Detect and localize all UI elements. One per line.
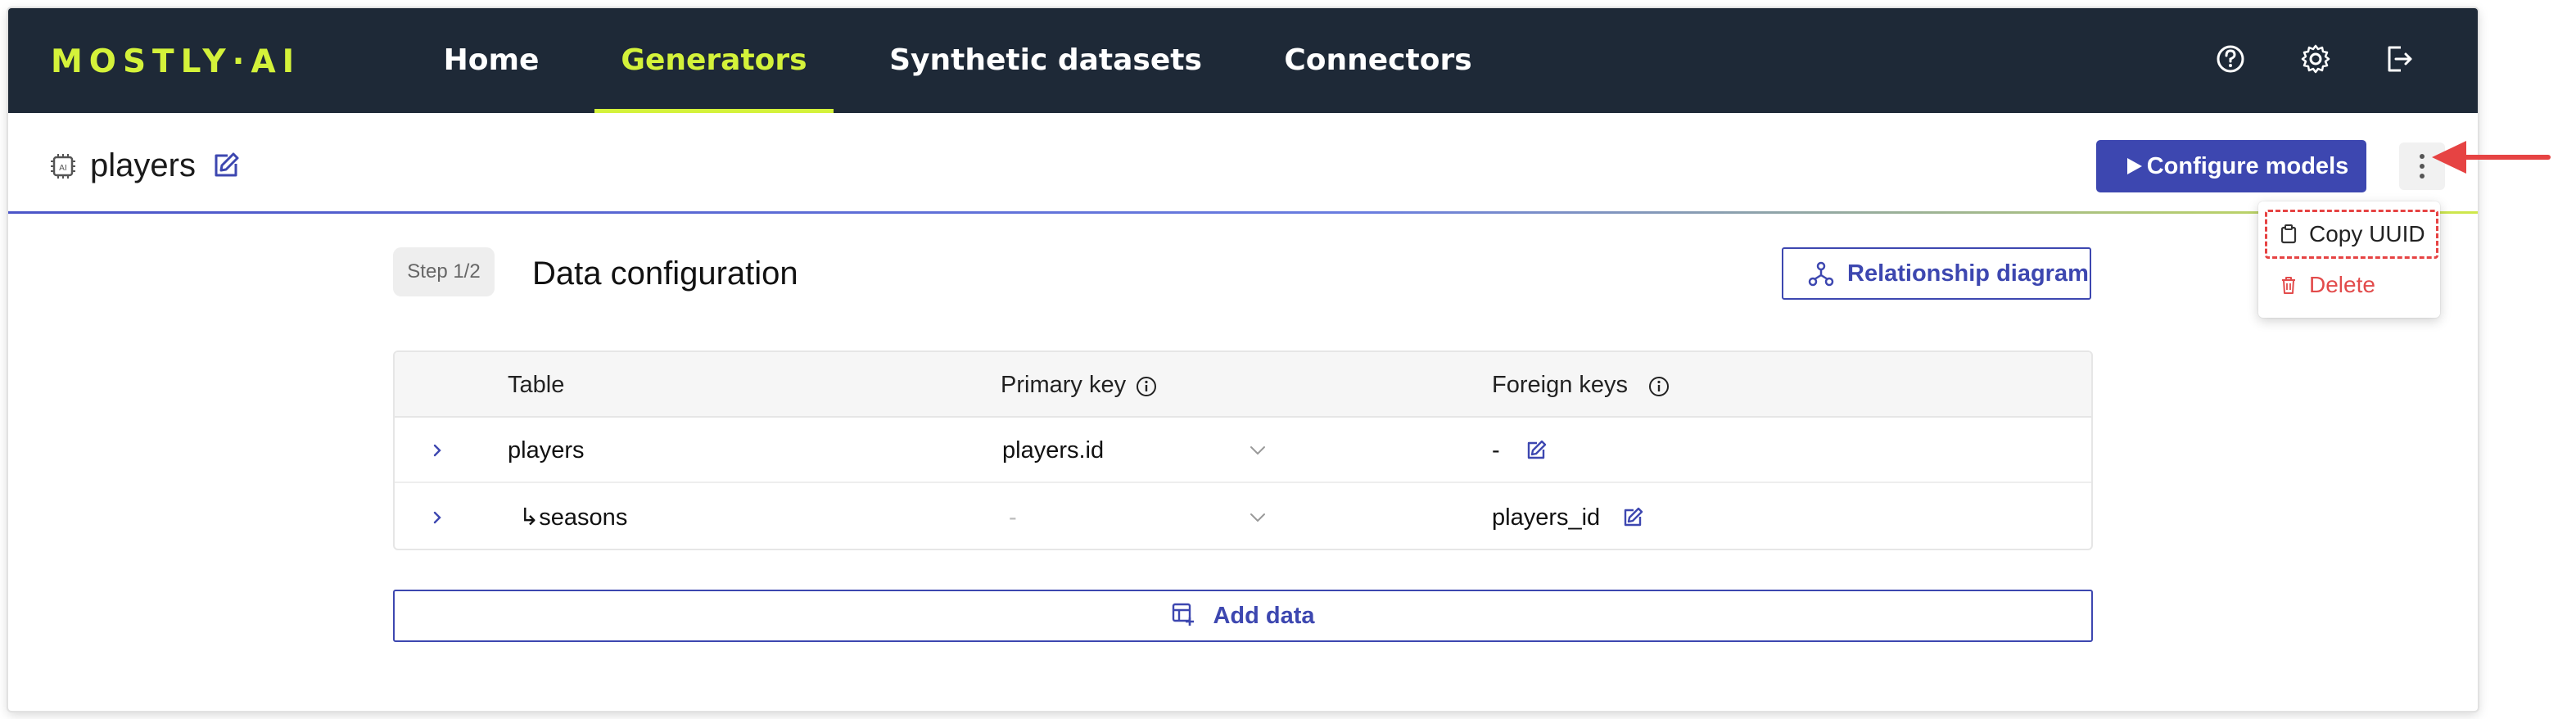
data-configuration-table: Table Primary key Foreign keys players p…: [393, 350, 2093, 550]
info-icon[interactable]: [1647, 375, 1670, 398]
chevron-down-icon[interactable]: [1246, 441, 1269, 460]
nav-generators-label: Generators: [621, 43, 807, 77]
chevron-right-icon[interactable]: [427, 508, 447, 527]
table-name: players: [508, 437, 585, 464]
foreign-keys-value: players_id: [1492, 504, 1601, 531]
nav-generators[interactable]: Generators: [594, 8, 834, 113]
header-table: Table: [508, 372, 565, 398]
copy-uuid-label: Copy UUID: [2309, 221, 2425, 246]
top-navigation: MOSTLY·AI Home Generators Synthetic data…: [8, 8, 2478, 113]
configure-models-label: Configure models: [2146, 153, 2349, 179]
edit-icon[interactable]: [1621, 506, 1644, 529]
header-foreign-keys: Foreign keys: [1492, 372, 1629, 398]
nav-synthetic-datasets[interactable]: Synthetic datasets: [879, 8, 1212, 113]
table-row: players players.id -: [395, 418, 2091, 483]
settings-icon[interactable]: [2298, 41, 2334, 77]
delete-menu-item[interactable]: Delete: [2270, 262, 2434, 308]
play-icon: [2127, 158, 2142, 174]
info-icon[interactable]: [1135, 375, 1158, 398]
table-row: ↳seasons - players_id: [395, 485, 2091, 549]
nav-home[interactable]: Home: [424, 8, 558, 113]
primary-key-select[interactable]: -: [1009, 485, 1017, 549]
annotation-arrow: [2432, 141, 2551, 174]
relationship-diagram-button[interactable]: Relationship diagram: [1782, 247, 2091, 300]
generator-title: players: [90, 147, 196, 183]
table-name: ↳seasons: [519, 504, 628, 531]
add-data-label: Add data: [1213, 603, 1315, 629]
chip-icon: AI: [51, 154, 75, 179]
section-title: Data configuration: [532, 255, 798, 292]
logout-icon[interactable]: [2381, 41, 2417, 77]
generator-header: AI players Configure models: [8, 113, 2478, 214]
add-data-button[interactable]: Add data: [393, 590, 2093, 642]
relationship-icon: [1808, 261, 1834, 287]
svg-text:AI: AI: [59, 164, 67, 173]
edit-icon[interactable]: [1525, 439, 1548, 462]
logo[interactable]: MOSTLY·AI: [51, 44, 301, 80]
header-divider: [8, 211, 2478, 214]
options-menu: Copy UUID Delete: [2258, 201, 2440, 318]
trash-icon: [2282, 277, 2295, 294]
nav-connectors[interactable]: Connectors: [1261, 8, 1495, 113]
foreign-keys-value: -: [1492, 437, 1500, 464]
header-primary-key: Primary key: [1001, 372, 1127, 398]
chevron-right-icon[interactable]: [427, 441, 447, 460]
relationship-diagram-label: Relationship diagram: [1847, 260, 2089, 287]
delete-label: Delete: [2309, 272, 2375, 297]
table-header: Table Primary key Foreign keys: [395, 352, 2091, 418]
configure-models-button[interactable]: Configure models: [2096, 140, 2366, 192]
add-table-icon: [1173, 604, 1195, 626]
edit-icon[interactable]: [211, 151, 241, 180]
copy-uuid-menu-item[interactable]: Copy UUID: [2265, 210, 2438, 259]
help-icon[interactable]: [2212, 41, 2248, 77]
primary-key-select[interactable]: players.id: [1002, 418, 1104, 483]
chevron-down-icon[interactable]: [1246, 508, 1269, 527]
clipboard-icon: [2280, 224, 2297, 244]
step-badge: Step 1/2: [393, 247, 495, 296]
app-window: MOSTLY·AI Home Generators Synthetic data…: [8, 8, 2478, 711]
